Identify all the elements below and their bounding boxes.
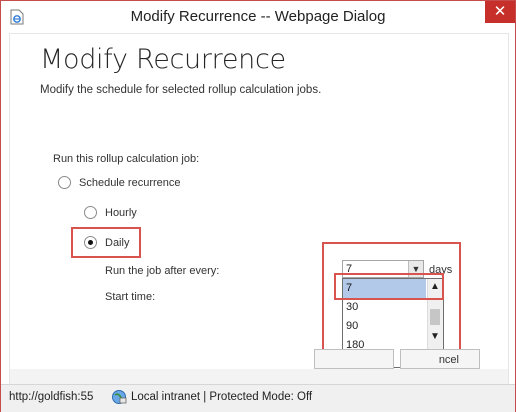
window-title: Modify Recurrence -- Webpage Dialog xyxy=(130,8,386,25)
daily-radio[interactable] xyxy=(84,236,97,249)
daily-label: Daily xyxy=(105,237,130,249)
ok-button[interactable] xyxy=(314,349,394,369)
schedule-recurrence-radio[interactable] xyxy=(58,176,71,189)
hourly-label: Hourly xyxy=(105,207,137,219)
status-url: http://goldfish:55 xyxy=(9,391,94,403)
start-time-label: Start time: xyxy=(105,291,156,303)
dialog-content: Modify Recurrence Modify the schedule fo… xyxy=(9,33,509,385)
cancel-button[interactable]: ncel xyxy=(400,349,480,369)
page-subtitle: Modify the schedule for selected rollup … xyxy=(40,84,322,96)
dialog-footer xyxy=(10,369,508,385)
title-bar: Modify Recurrence -- Webpage Dialog ✕ xyxy=(1,1,515,33)
page-title: Modify Recurrence xyxy=(40,44,286,75)
schedule-recurrence-label: Schedule recurrence xyxy=(79,177,181,189)
dialog-window: Modify Recurrence -- Webpage Dialog ✕ Mo… xyxy=(0,0,516,412)
close-button[interactable]: ✕ xyxy=(485,1,515,23)
hourly-radio[interactable] xyxy=(84,206,97,219)
close-icon: ✕ xyxy=(493,3,507,20)
run-after-label: Run the job after every: xyxy=(105,265,220,277)
globe-icon xyxy=(112,390,127,404)
selected-option-highlight xyxy=(334,273,444,300)
run-job-label: Run this rollup calculation job: xyxy=(53,153,200,165)
status-bar: http://goldfish:55 Local intranet | Prot… xyxy=(1,384,515,412)
security-zone-label: Local intranet | Protected Mode: Off xyxy=(131,391,313,403)
